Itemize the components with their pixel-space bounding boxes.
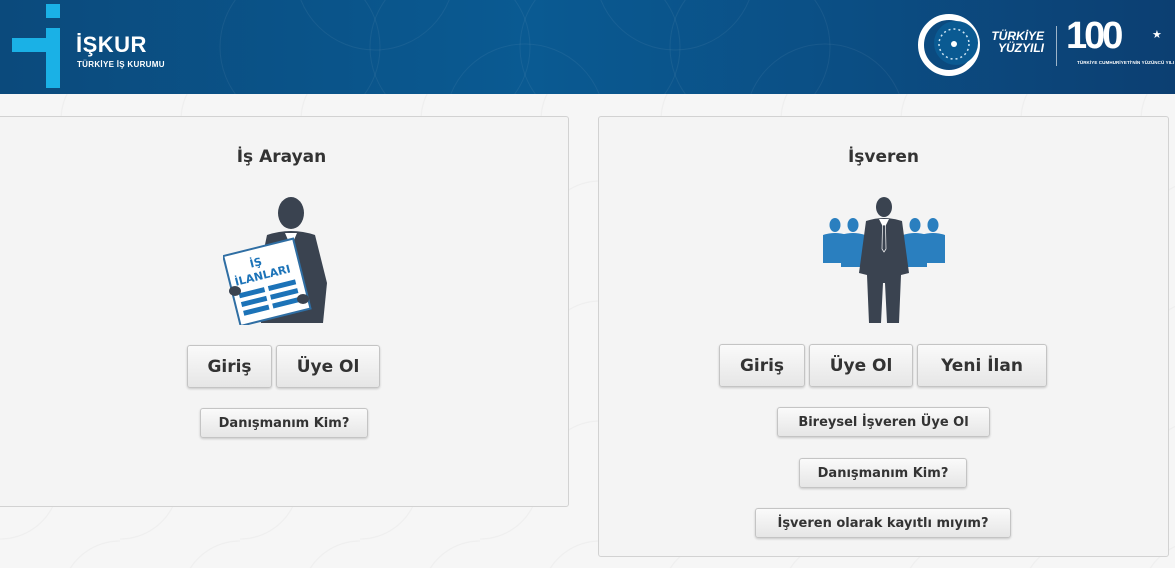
employer-new-listing-button[interactable]: Yeni İlan	[917, 344, 1047, 387]
turkiye-yuzyili-text: TÜRKİYE YÜZYILI	[978, 30, 1044, 54]
logo-subtitle: TÜRKİYE İŞ KURUMU	[77, 60, 165, 69]
logo-title: İŞKUR	[76, 32, 147, 57]
job-seeker-register-button[interactable]: Üye Ol	[276, 345, 380, 388]
star-icon: ★	[1152, 28, 1162, 41]
employer-with-team-icon	[817, 195, 951, 331]
job-seeker-panel: İş Arayan İŞ İLANLARI Giriş Üye Ol Danış…	[0, 116, 569, 507]
anniversary-caption: TÜRKİYE CUMHURİYETİ'NİN YÜZÜNCÜ YILI	[1077, 60, 1175, 65]
man-reading-job-ads-icon: İŞ İLANLARI	[222, 195, 339, 329]
employer-registered-check-button[interactable]: İşveren olarak kayıtlı mıyım?	[755, 508, 1011, 538]
individual-employer-register-button[interactable]: Bireysel İşveren Üye Ol	[777, 407, 990, 437]
job-seeker-login-button[interactable]: Giriş	[187, 345, 272, 388]
employer-advisor-button[interactable]: Danışmanım Kim?	[799, 458, 967, 488]
emblem-text-line2: YÜZYILI	[997, 41, 1044, 55]
job-seeker-title: İş Arayan	[236, 147, 327, 167]
iskur-logo-icon[interactable]	[12, 4, 70, 92]
employer-title: İşveren	[847, 147, 920, 167]
employer-login-button[interactable]: Giriş	[719, 344, 805, 387]
job-seeker-advisor-button[interactable]: Danışmanım Kim?	[200, 408, 368, 438]
anniversary-number: 100	[1066, 15, 1123, 57]
header-divider	[1056, 26, 1057, 66]
turkiye-yuzyili-emblem-icon	[918, 14, 980, 80]
employer-panel: İşveren Giriş Üye Ol Yeni İlan Bireysel …	[598, 116, 1169, 557]
employer-register-button[interactable]: Üye Ol	[809, 344, 913, 387]
site-header: İŞKUR TÜRKİYE İŞ KURUMU TÜRKİYE YÜZYILI …	[0, 0, 1175, 94]
